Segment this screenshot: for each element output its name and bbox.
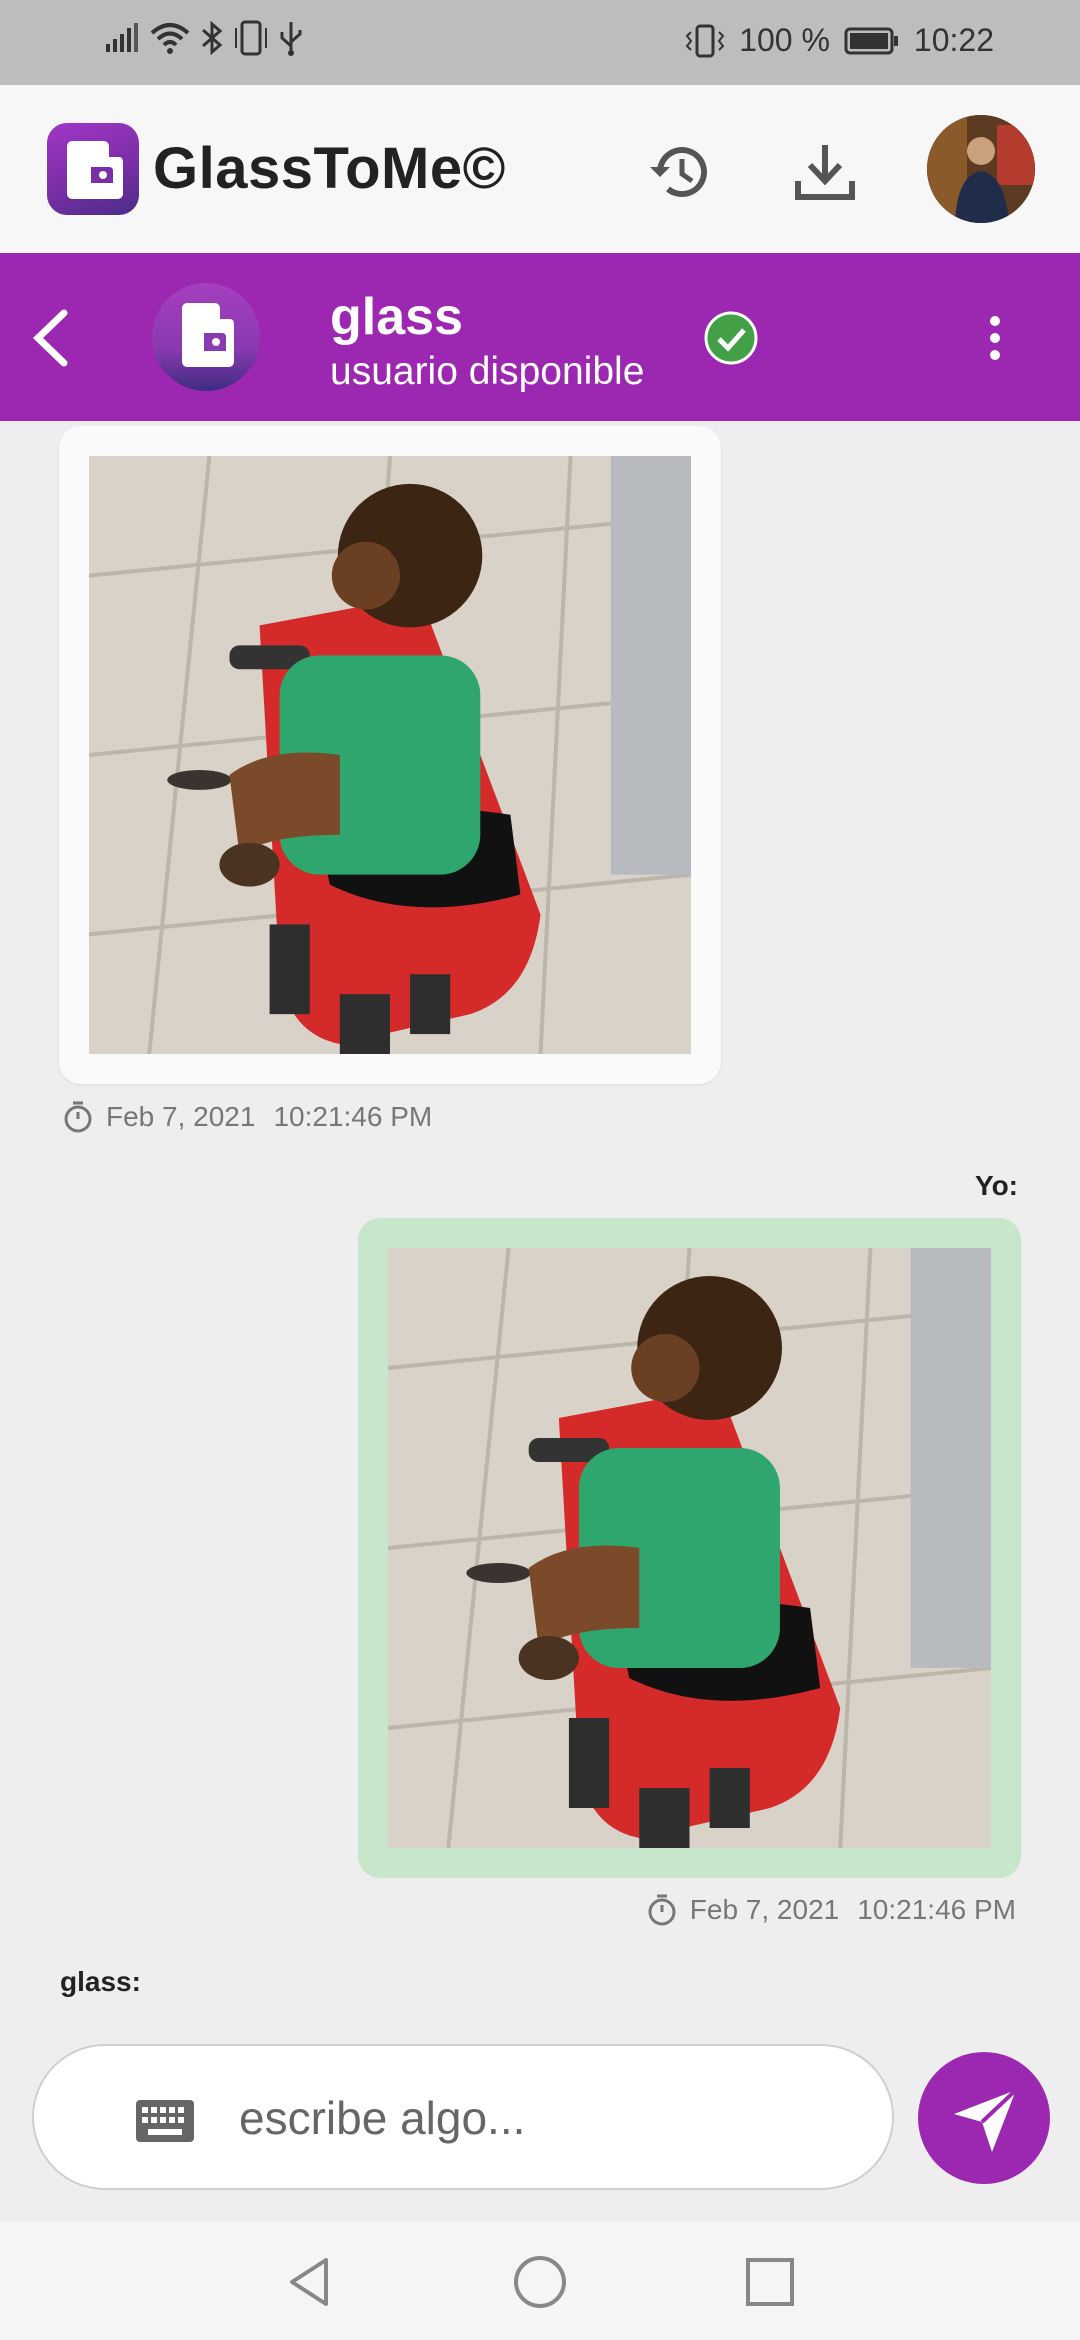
timer-icon xyxy=(648,1894,676,1926)
contact-avatar[interactable] xyxy=(152,283,260,391)
usb-icon xyxy=(280,22,302,56)
composer: escribe algo... xyxy=(0,2012,1080,2222)
app-logo-icon xyxy=(47,123,139,215)
message-date: Feb 7, 2021 xyxy=(106,1101,256,1132)
status-icons-right: 100 % 10:22 xyxy=(685,22,994,59)
status-bar: 100 % 10:22 xyxy=(0,0,1080,85)
navigation-bar xyxy=(0,2222,1080,2340)
wifi-icon xyxy=(150,23,190,54)
message-timestamp: Feb 7, 2021 10:21:46 PM xyxy=(62,1100,432,1134)
incoming-image-message[interactable] xyxy=(59,426,721,1084)
signal-icon xyxy=(106,23,138,52)
contact-status: usuario disponible xyxy=(330,350,645,393)
message-input[interactable]: escribe algo... xyxy=(32,2044,894,2190)
back-button[interactable] xyxy=(22,303,82,373)
status-time: 10:22 xyxy=(913,22,994,58)
message-time: 10:21:46 PM xyxy=(273,1101,433,1132)
message-time: 10:21:46 PM xyxy=(857,1894,1016,1925)
send-button[interactable] xyxy=(918,2052,1050,2184)
profile-avatar[interactable] xyxy=(927,115,1035,223)
more-vert-icon xyxy=(990,316,1000,360)
message-timestamp: Feb 7, 2021 10:21:46 PM xyxy=(646,1893,1016,1927)
timer-icon xyxy=(64,1101,92,1133)
download-icon xyxy=(795,145,855,200)
battery-percentage: 100 % xyxy=(739,22,830,58)
nav-recents-icon[interactable] xyxy=(740,2252,800,2312)
vibrate-icon xyxy=(685,24,725,57)
contact-name: glass xyxy=(330,288,463,346)
message-date: Feb 7, 2021 xyxy=(689,1894,840,1925)
nav-home-icon[interactable] xyxy=(510,2252,570,2312)
outgoing-image-message[interactable] xyxy=(358,1218,1021,1878)
app-bar: GlassToMe© xyxy=(0,85,1080,253)
chat-header: glass usuario disponible xyxy=(0,253,1080,421)
history-icon xyxy=(650,147,707,198)
message-photo[interactable] xyxy=(388,1248,991,1848)
download-button[interactable] xyxy=(790,137,860,207)
message-input-placeholder[interactable]: escribe algo... xyxy=(239,2091,525,2145)
screen: 100 % 10:22 GlassToMe© glass usuario dis… xyxy=(0,0,1080,2340)
status-icons-left xyxy=(104,20,304,56)
verified-check-icon xyxy=(704,311,758,365)
back-arrow-icon xyxy=(32,309,68,367)
history-button[interactable] xyxy=(646,137,716,207)
nav-back-icon[interactable] xyxy=(280,2252,340,2312)
app-title: GlassToMe© xyxy=(153,136,506,201)
battery-icon xyxy=(844,27,898,54)
more-options-button[interactable] xyxy=(980,303,1010,373)
phone-icon xyxy=(235,20,267,56)
bluetooth-icon xyxy=(202,21,223,55)
message-photo[interactable] xyxy=(89,456,691,1054)
sender-label: Yo: xyxy=(974,1170,1018,1201)
send-icon xyxy=(954,2088,1018,2152)
sender-label: glass: xyxy=(60,1966,141,1997)
keyboard-icon[interactable] xyxy=(134,2098,196,2144)
